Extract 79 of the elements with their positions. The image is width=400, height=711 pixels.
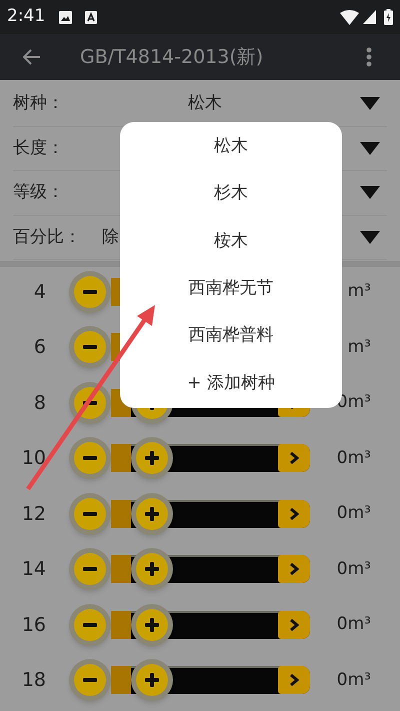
page-title: GB/T4814-2013(新): [80, 44, 264, 70]
diameter-label: 14: [20, 557, 46, 582]
next-button[interactable]: [278, 444, 310, 472]
dropdown-button[interactable]: [359, 184, 381, 201]
dropdown-button[interactable]: [359, 140, 381, 156]
minus-icon: [83, 512, 97, 516]
minus-button[interactable]: [69, 548, 111, 590]
minus-button[interactable]: [69, 659, 111, 702]
image-icon: [59, 10, 72, 24]
field-label: 百分比：: [13, 226, 82, 248]
minus-button[interactable]: [69, 437, 111, 480]
plus-button[interactable]: [130, 659, 173, 702]
plus-button[interactable]: [130, 492, 173, 535]
more-options-button[interactable]: [364, 46, 374, 68]
plus-icon: [144, 673, 159, 688]
chevron-right-icon: [289, 452, 299, 464]
minus-button[interactable]: [69, 604, 111, 646]
menu-item[interactable]: 西南桦无节: [120, 264, 342, 312]
field-label: 等级：: [13, 181, 65, 204]
plus-button[interactable]: [130, 548, 173, 590]
font-icon: [85, 10, 98, 24]
next-button[interactable]: [278, 610, 310, 639]
minus-button[interactable]: [69, 326, 111, 368]
volume-label: 0m³: [336, 668, 371, 692]
menu-icon: [366, 47, 372, 67]
plus-icon: [144, 618, 159, 632]
field-label: 树种：: [13, 92, 65, 115]
next-button[interactable]: [278, 666, 310, 694]
menu-item[interactable]: 松木: [120, 123, 342, 170]
dropdown-triangle-icon: [360, 142, 380, 155]
volume-label: 0m³: [336, 446, 371, 470]
diameter-label: 6: [32, 335, 46, 360]
diameter-label: 18: [20, 668, 46, 693]
dropdown-triangle-icon: [360, 97, 380, 110]
plus-icon: [144, 451, 159, 466]
chevron-right-icon: [289, 563, 299, 576]
minus-button[interactable]: [69, 270, 111, 313]
minus-icon: [83, 400, 97, 405]
minus-icon: [83, 456, 97, 460]
diameter-label: 4: [32, 280, 46, 304]
volume-label: 0m³: [336, 558, 371, 580]
dropdown-triangle-icon: [360, 230, 380, 244]
clock: 2:41: [7, 5, 46, 28]
plus-button[interactable]: [130, 604, 173, 646]
field-value: 松木: [188, 92, 222, 115]
minus-icon: [83, 622, 97, 627]
minus-icon: [83, 345, 97, 350]
minus-icon: [83, 567, 97, 572]
dropdown-triangle-icon: [360, 186, 380, 200]
diameter-label: 16: [20, 612, 46, 638]
menu-item[interactable]: 杉木: [120, 170, 342, 218]
diameter-label: 8: [32, 390, 46, 416]
chevron-right-icon: [289, 674, 299, 686]
diameter-label: 10: [20, 446, 46, 471]
minus-button[interactable]: [69, 492, 111, 535]
signal-icon: [363, 10, 376, 24]
volume-label: m³: [348, 280, 371, 303]
chevron-right-icon: [289, 508, 299, 520]
field-value: 除: [102, 226, 119, 248]
volume-label: 0m³: [336, 502, 371, 525]
menu-item[interactable]: 桉木: [120, 218, 342, 265]
dropdown-button[interactable]: [359, 96, 381, 112]
dropdown-button[interactable]: [359, 229, 381, 246]
menu-item[interactable]: 西南桦普料: [120, 312, 342, 360]
diameter-label: 12: [20, 502, 46, 526]
next-button[interactable]: [278, 500, 310, 528]
field-label: 长度：: [13, 136, 65, 160]
chevron-right-icon: [289, 618, 299, 631]
volume-label: m³: [348, 336, 371, 358]
minus-icon: [83, 290, 97, 294]
plus-button[interactable]: [130, 437, 173, 480]
battery-charging-icon: [384, 9, 393, 25]
next-button[interactable]: [278, 555, 310, 584]
plus-icon: [144, 562, 159, 576]
plus-icon: [144, 506, 159, 521]
back-arrow-icon: [23, 49, 41, 65]
volume-label: 0m³: [336, 613, 371, 636]
minus-icon: [83, 678, 97, 682]
wifi-icon: [340, 10, 359, 24]
